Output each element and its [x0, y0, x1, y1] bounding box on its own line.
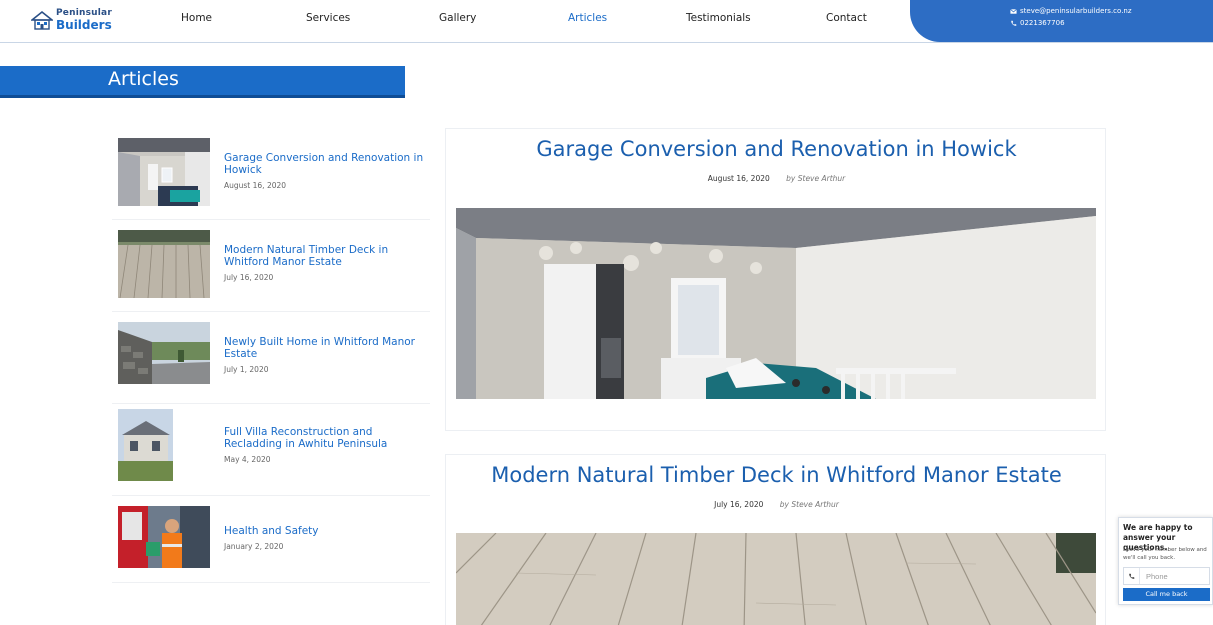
nav-gallery[interactable]: Gallery: [439, 12, 476, 24]
sidebar-item-title[interactable]: Newly Built Home in Whitford Manor Estat…: [224, 336, 424, 360]
sidebar-thumbnail[interactable]: [118, 506, 210, 568]
call-me-back-button[interactable]: Call me back: [1123, 588, 1210, 601]
sidebar-item-garage[interactable]: Garage Conversion and Renovation in Howi…: [112, 128, 430, 220]
sidebar-thumbnail[interactable]: [118, 409, 173, 481]
article-author[interactable]: by Steve Arthur: [786, 174, 845, 183]
article-date: August 16, 2020: [707, 174, 770, 183]
nav-articles[interactable]: Articles: [568, 12, 607, 24]
article-card-garage: Garage Conversion and Renovation in Howi…: [445, 128, 1106, 431]
article-title[interactable]: Modern Natural Timber Deck in Whitford M…: [446, 463, 1107, 487]
sidebar-item-date: July 16, 2020: [224, 273, 274, 282]
phone-icon: [1011, 20, 1017, 26]
contact-phone-text: 0221367706: [1020, 19, 1065, 27]
contact-email-text: steve@peninsularbuilders.co.nz: [1020, 7, 1132, 15]
sidebar-item-new-home[interactable]: Newly Built Home in Whitford Manor Estat…: [112, 312, 430, 404]
site-logo[interactable]: Peninsular Builders: [31, 9, 112, 31]
nav-home[interactable]: Home: [181, 12, 212, 24]
article-date: July 16, 2020: [714, 500, 764, 509]
contact-email[interactable]: steve@peninsularbuilders.co.nz: [1010, 7, 1132, 15]
envelope-icon: [1010, 8, 1017, 14]
contact-box: steve@peninsularbuilders.co.nz 022136770…: [910, 0, 1213, 42]
sidebar-item-date: August 16, 2020: [224, 181, 287, 190]
article-author[interactable]: by Steve Arthur: [780, 500, 839, 509]
sidebar-item-date: May 4, 2020: [224, 455, 271, 464]
callback-phone-field: [1123, 567, 1210, 585]
sidebar-item-timber-deck[interactable]: Modern Natural Timber Deck in Whitford M…: [112, 220, 430, 312]
sidebar-item-title[interactable]: Full Villa Reconstruction and Recladding…: [224, 426, 424, 450]
sidebar-item-date: January 2, 2020: [224, 542, 284, 551]
sidebar-item-date: July 1, 2020: [224, 365, 269, 374]
phone-icon: [1124, 568, 1140, 584]
article-image[interactable]: [456, 208, 1096, 399]
callback-widget: We are happy to answer your questions. L…: [1118, 517, 1213, 605]
article-meta: August 16, 2020 by Steve Arthur: [446, 174, 1107, 183]
contact-phone[interactable]: 0221367706: [1010, 19, 1065, 27]
sidebar-item-villa[interactable]: Full Villa Reconstruction and Recladding…: [112, 404, 430, 496]
site-header: Peninsular Builders Home Services Galler…: [0, 0, 1213, 43]
sidebar-item-title[interactable]: Modern Natural Timber Deck in Whitford M…: [224, 244, 424, 268]
callback-phone-input[interactable]: [1140, 569, 1208, 583]
page-title: Articles: [108, 68, 179, 90]
article-title[interactable]: Garage Conversion and Renovation in Howi…: [446, 137, 1107, 161]
callback-subtext: Leave your number below and we'll call y…: [1123, 547, 1207, 561]
nav-contact[interactable]: Contact: [826, 12, 867, 24]
article-image[interactable]: [456, 533, 1096, 625]
article-sidebar: Garage Conversion and Renovation in Howi…: [112, 128, 430, 583]
article-card-timber-deck: Modern Natural Timber Deck in Whitford M…: [445, 454, 1106, 625]
article-meta: July 16, 2020 by Steve Arthur: [446, 500, 1107, 509]
sidebar-item-title[interactable]: Garage Conversion and Renovation in Howi…: [224, 152, 424, 176]
sidebar-thumbnail[interactable]: [118, 230, 210, 298]
nav-services[interactable]: Services: [306, 12, 350, 24]
sidebar-item-title[interactable]: Health and Safety: [224, 525, 424, 538]
page-banner: Articles: [0, 66, 405, 98]
house-logo-icon: [31, 10, 53, 30]
nav-testimonials[interactable]: Testimonials: [686, 12, 751, 24]
logo-line-1: Peninsular: [56, 8, 112, 18]
sidebar-item-health-safety[interactable]: Health and Safety January 2, 2020: [112, 496, 430, 583]
sidebar-thumbnail[interactable]: [118, 138, 210, 206]
logo-line-2: Builders: [56, 18, 112, 32]
sidebar-thumbnail[interactable]: [118, 322, 210, 390]
